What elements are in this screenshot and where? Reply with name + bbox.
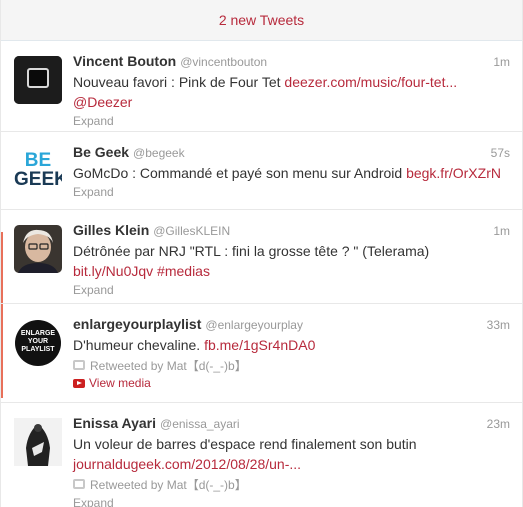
tweet-fullname[interactable]: Be Geek xyxy=(73,144,129,160)
tweet-text-line: journaldugeek.com/2012/08/28/un-... xyxy=(73,455,510,473)
view-media-label: View media xyxy=(89,376,151,390)
tweet-text-body: Détrônée par NRJ "RTL : fini la grosse t… xyxy=(73,243,430,259)
new-tweets-label: 2 new Tweets xyxy=(218,12,305,28)
tweet-text-body: Un voleur de barres d'espace rend finale… xyxy=(73,436,417,452)
tweet-username[interactable]: @begeek xyxy=(133,146,185,160)
tweet-text: GoMcDo : Commandé et payé son menu sur A… xyxy=(73,164,510,182)
monitor-icon xyxy=(14,56,62,104)
portrait-photo xyxy=(14,418,62,466)
avatar[interactable] xyxy=(14,418,62,466)
expand-link[interactable]: Expand xyxy=(73,282,510,298)
mention-link[interactable]: @Deezer xyxy=(73,94,132,110)
tweet-text-body: D'humeur chevaline. xyxy=(73,337,205,353)
tweet-username[interactable]: @enlargeyourplay xyxy=(205,318,303,332)
avatar[interactable]: BE GEEK xyxy=(14,147,62,195)
avatar-text: PLAYLIST xyxy=(21,346,55,353)
avatar-text: YOUR xyxy=(27,338,49,345)
tweet-link[interactable]: deezer.com/music/four-tet... xyxy=(284,74,457,90)
tweet-fullname[interactable]: Gilles Klein xyxy=(73,222,149,238)
tweet-timestamp[interactable]: 1m xyxy=(493,55,510,69)
view-media-link[interactable]: View media xyxy=(73,374,510,392)
tweet-text-body: Nouveau favori : Pink de Four Tet xyxy=(73,74,285,90)
tweet-link[interactable]: fb.me/1gSr4nDA0 xyxy=(204,337,315,353)
tweet-username[interactable]: @enissa_ayari xyxy=(160,417,240,431)
tweet-link[interactable]: journaldugeek.com/2012/08/28/un-... xyxy=(73,456,301,472)
tweet-text: D'humeur chevaline. fb.me/1gSr4nDA0 xyxy=(73,336,510,354)
tweet-fullname[interactable]: Vincent Bouton xyxy=(73,53,176,69)
tweet-item[interactable]: Enissa Ayari @enissa_ayari 23m Un voleur… xyxy=(1,403,522,507)
tweet-item[interactable]: ENLARGE YOUR PLAYLIST enlargeyourplaylis… xyxy=(1,304,522,403)
avatar[interactable] xyxy=(14,56,62,104)
tweet-item[interactable]: Vincent Bouton @vincentbouton 1m Nouveau… xyxy=(1,41,522,132)
tweet-text: Nouveau favori : Pink de Four Tet deezer… xyxy=(73,73,510,91)
tweet-link[interactable]: bit.ly/Nu0Jqv xyxy=(73,263,153,279)
expand-link[interactable]: Expand xyxy=(73,184,510,200)
tweet-fullname[interactable]: Enissa Ayari xyxy=(73,415,156,431)
timeline: 2 new Tweets Vincent Bouton @vincentbout… xyxy=(0,0,523,507)
expand-link[interactable]: Expand xyxy=(73,113,510,129)
avatar-text: ENLARGE xyxy=(20,330,56,337)
tweet-text-line: @Deezer xyxy=(73,93,510,111)
tweet-item[interactable]: BE GEEK Be Geek @begeek 57s GoMcDo : Com… xyxy=(1,132,522,210)
retweet-icon xyxy=(73,479,85,489)
avatar-text-be: BE xyxy=(24,150,52,171)
tweet-fullname[interactable]: enlargeyourplaylist xyxy=(73,316,201,332)
avatar-text-geek: GEEK xyxy=(14,169,62,190)
retweet-icon xyxy=(73,360,85,370)
expand-link[interactable]: Expand xyxy=(73,495,510,507)
retweeted-by[interactable]: Retweeted by Mat【d(-_-)b】 xyxy=(73,356,510,374)
tweet-timestamp[interactable]: 23m xyxy=(487,417,510,431)
tweet-timestamp[interactable]: 33m xyxy=(487,318,510,332)
avatar[interactable] xyxy=(14,225,62,273)
tweet-timestamp[interactable]: 57s xyxy=(491,146,510,160)
tweet-text-line: bit.ly/Nu0Jqv #medias xyxy=(73,262,510,280)
new-tweets-banner[interactable]: 2 new Tweets xyxy=(1,0,522,41)
tweet-text-body: GoMcDo : Commandé et payé son menu sur A… xyxy=(73,165,407,181)
tweet-username[interactable]: @GillesKLEIN xyxy=(153,224,230,238)
tweet-timestamp[interactable]: 1m xyxy=(493,224,510,238)
tweet-username[interactable]: @vincentbouton xyxy=(180,55,267,69)
avatar[interactable]: ENLARGE YOUR PLAYLIST xyxy=(14,319,62,367)
video-icon xyxy=(73,378,85,388)
tweet-link[interactable]: begk.fr/OrXZrN xyxy=(406,165,501,181)
retweeted-by[interactable]: Retweeted by Mat【d(-_-)b】 xyxy=(73,475,510,493)
retweeted-by-label: Retweeted by Mat【d(-_-)b】 xyxy=(90,358,247,373)
tweet-item[interactable]: Gilles Klein @GillesKLEIN 1m Détrônée pa… xyxy=(1,210,522,304)
retweeted-by-label: Retweeted by Mat【d(-_-)b】 xyxy=(90,477,247,492)
hashtag-link[interactable]: #medias xyxy=(157,263,210,279)
portrait-photo xyxy=(14,225,62,273)
